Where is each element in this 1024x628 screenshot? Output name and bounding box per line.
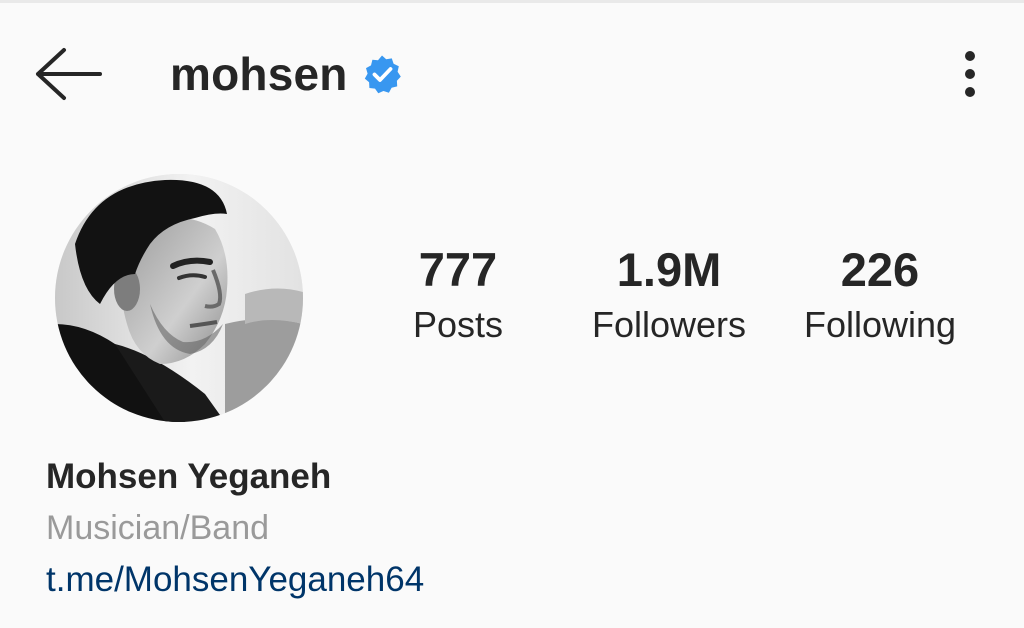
profile-avatar[interactable] xyxy=(55,174,303,422)
profile-full-name: Mohsen Yeganeh xyxy=(46,457,332,496)
avatar-photo xyxy=(55,174,303,422)
more-options-button[interactable] xyxy=(950,44,990,104)
profile-title-group: mohsen xyxy=(170,44,402,104)
posts-count: 777 xyxy=(418,243,498,296)
posts-count-stat[interactable]: 777 Posts xyxy=(398,240,518,350)
profile-username: mohsen xyxy=(170,48,348,100)
profile-website-link[interactable]: t.me/MohsenYeganeh64 xyxy=(46,554,424,606)
posts-label: Posts xyxy=(412,304,504,345)
profile-category: Musician/Band xyxy=(46,509,270,547)
arrow-left-icon xyxy=(36,48,102,100)
followers-label: Followers xyxy=(591,304,747,345)
following-count-stat[interactable]: 226 Following xyxy=(786,240,974,350)
followers-count-stat[interactable]: 1.9M Followers xyxy=(576,240,762,350)
following-count: 226 xyxy=(840,243,920,296)
more-vertical-icon xyxy=(965,51,975,97)
profile-header: mohsen xyxy=(0,30,1024,120)
profile-bio: Mohsen Yeganeh Musician/Band t.me/Mohsen… xyxy=(46,452,1006,606)
following-label: Following xyxy=(803,304,957,345)
followers-count: 1.9M xyxy=(616,243,722,296)
status-divider xyxy=(0,0,1024,3)
verified-badge-icon xyxy=(364,55,401,94)
back-button[interactable] xyxy=(28,40,108,104)
